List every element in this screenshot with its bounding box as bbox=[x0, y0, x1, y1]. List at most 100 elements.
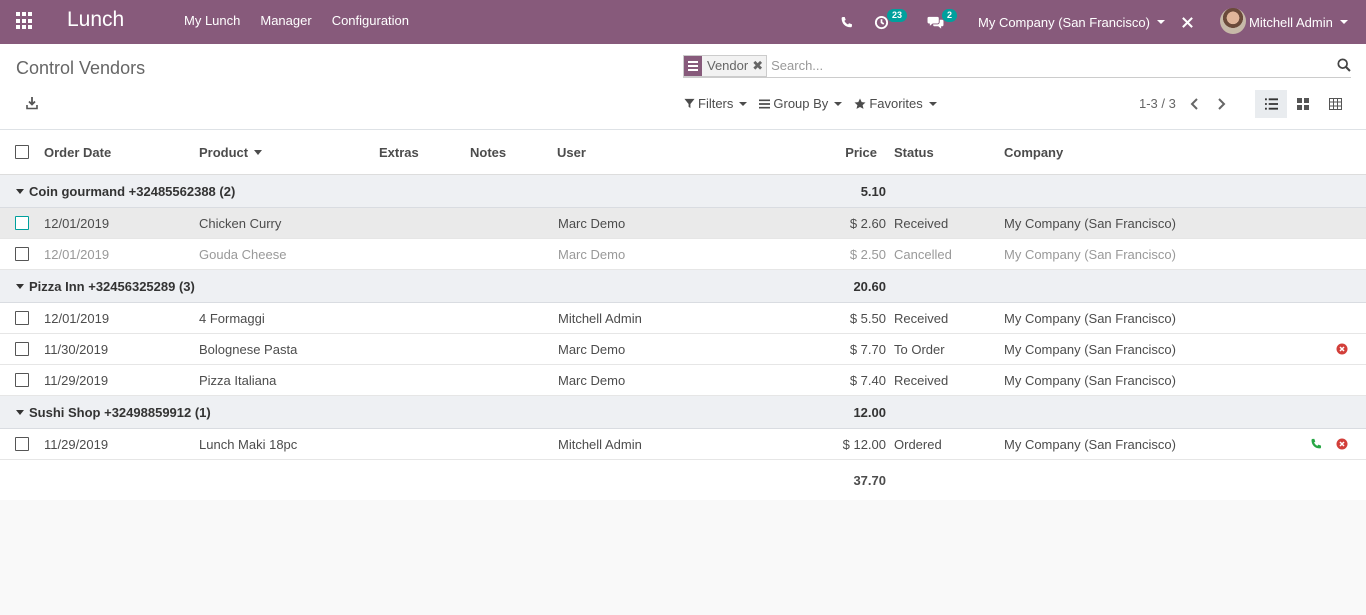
user: Marc Demo bbox=[558, 215, 626, 231]
grand-total: 37.70 bbox=[853, 472, 886, 488]
debug-close-icon[interactable] bbox=[1181, 0, 1194, 44]
status: Received bbox=[894, 310, 949, 326]
user: Mitchell Admin bbox=[558, 436, 642, 452]
table-row[interactable]: 12/01/2019 Gouda Cheese Marc Demo $ 2.50… bbox=[0, 239, 1366, 270]
column-status[interactable]: Status bbox=[894, 130, 934, 174]
column-company[interactable]: Company bbox=[1004, 130, 1063, 174]
table-row[interactable]: 11/30/2019 Bolognese Pasta Marc Demo $ 7… bbox=[0, 334, 1366, 365]
user-name: Mitchell Admin bbox=[1249, 14, 1333, 30]
view-switcher bbox=[1255, 90, 1351, 118]
product: Lunch Maki 18pc bbox=[199, 436, 298, 452]
favorites-label: Favorites bbox=[869, 96, 923, 111]
search-options: Filters Group By Favorites bbox=[684, 96, 949, 111]
kanban-view-icon bbox=[1297, 98, 1309, 110]
row-checkbox[interactable] bbox=[15, 365, 29, 395]
phone-icon[interactable] bbox=[840, 0, 853, 44]
column-extras[interactable]: Extras bbox=[379, 130, 419, 174]
column-product[interactable]: Product bbox=[199, 130, 263, 174]
pager-value[interactable]: 1-3 / 3 bbox=[1139, 96, 1176, 111]
chevron-down-icon bbox=[1156, 20, 1165, 24]
call-vendor-icon[interactable] bbox=[1310, 438, 1322, 450]
search-input[interactable] bbox=[771, 55, 1332, 76]
row-checkbox[interactable] bbox=[15, 429, 29, 459]
menu-manager[interactable]: Manager bbox=[260, 13, 311, 28]
company: My Company (San Francisco) bbox=[1004, 215, 1176, 231]
user: Marc Demo bbox=[558, 246, 626, 262]
download-icon[interactable] bbox=[26, 96, 38, 110]
status: Received bbox=[894, 372, 949, 388]
order-date: 11/29/2019 bbox=[44, 372, 109, 388]
pivot-view-button[interactable] bbox=[1319, 90, 1351, 118]
group-row[interactable]: Sushi Shop +32498859912 (1) 12.00 bbox=[0, 396, 1366, 429]
column-order-date[interactable]: Order Date bbox=[44, 130, 111, 174]
company: My Company (San Francisco) bbox=[1004, 246, 1176, 262]
product: Bolognese Pasta bbox=[199, 341, 298, 357]
row-checkbox[interactable] bbox=[15, 303, 29, 333]
group-name: Pizza Inn +32456325289 (3) bbox=[29, 278, 195, 294]
group-by-facet-icon bbox=[684, 55, 702, 76]
caret-down-icon bbox=[16, 175, 24, 207]
pager: 1-3 / 3 bbox=[1139, 96, 1228, 111]
column-price[interactable]: Price bbox=[800, 130, 877, 174]
order-date: 12/01/2019 bbox=[44, 246, 110, 262]
menu-my-lunch[interactable]: My Lunch bbox=[184, 13, 240, 28]
row-checkbox[interactable] bbox=[15, 239, 29, 269]
status: To Order bbox=[894, 341, 945, 357]
table-row[interactable]: 11/29/2019 Pizza Italiana Marc Demo $ 7.… bbox=[0, 365, 1366, 396]
avatar[interactable] bbox=[1220, 8, 1246, 34]
user-menu[interactable]: Mitchell Admin bbox=[1249, 0, 1348, 44]
company-switcher[interactable]: My Company (San Francisco) bbox=[978, 0, 1165, 44]
empty-area bbox=[0, 502, 1366, 615]
main-menu: My Lunch Manager Configuration bbox=[184, 13, 409, 28]
apps-icon[interactable] bbox=[16, 12, 34, 30]
group-by-icon bbox=[759, 99, 771, 108]
kanban-view-button[interactable] bbox=[1287, 90, 1319, 118]
company: My Company (San Francisco) bbox=[1004, 436, 1176, 452]
column-notes[interactable]: Notes bbox=[470, 130, 506, 174]
row-checkbox[interactable] bbox=[15, 208, 29, 238]
table-footer: 37.70 bbox=[0, 460, 1366, 500]
cancel-order-icon[interactable] bbox=[1336, 438, 1348, 450]
chevron-right-icon[interactable] bbox=[1214, 97, 1228, 111]
select-all-checkbox[interactable] bbox=[15, 130, 29, 174]
group-by-button[interactable]: Group By bbox=[759, 96, 843, 111]
cancel-order-icon[interactable] bbox=[1336, 343, 1348, 355]
menu-configuration[interactable]: Configuration bbox=[332, 13, 409, 28]
caret-down-icon bbox=[16, 270, 24, 302]
table-header: Order Date Product Extras Notes User Pri… bbox=[0, 130, 1366, 175]
table-row[interactable]: 11/29/2019 Lunch Maki 18pc Mitchell Admi… bbox=[0, 429, 1366, 460]
price: $ 7.70 bbox=[849, 341, 886, 357]
group-row[interactable]: Coin gourmand +32485562388 (2) 5.10 bbox=[0, 175, 1366, 208]
list-view-icon bbox=[1264, 98, 1278, 110]
chevron-down-icon bbox=[739, 101, 748, 106]
company-name: My Company (San Francisco) bbox=[978, 14, 1150, 30]
search-icon[interactable] bbox=[1337, 58, 1351, 72]
favorites-button[interactable]: Favorites bbox=[854, 96, 937, 111]
chevron-down-icon bbox=[928, 101, 937, 106]
facet-remove-icon[interactable]: ✖ bbox=[752, 58, 763, 74]
control-panel: Control Vendors Vendor ✖ Filters Group B… bbox=[0, 44, 1366, 130]
group-name: Coin gourmand +32485562388 (2) bbox=[29, 183, 236, 199]
company: My Company (San Francisco) bbox=[1004, 341, 1176, 357]
filters-button[interactable]: Filters bbox=[684, 96, 748, 111]
order-date: 12/01/2019 bbox=[44, 310, 110, 326]
pivot-view-icon bbox=[1328, 98, 1342, 110]
sort-caret-icon bbox=[254, 149, 263, 155]
list-view-button[interactable] bbox=[1255, 90, 1287, 118]
table-row[interactable]: 12/01/2019 Chicken Curry Marc Demo $ 2.6… bbox=[0, 208, 1366, 239]
status: Received bbox=[894, 215, 949, 231]
row-checkbox[interactable] bbox=[15, 334, 29, 364]
chevron-left-icon[interactable] bbox=[1188, 97, 1202, 111]
chat-icon[interactable]: 2 bbox=[927, 0, 958, 44]
table-row[interactable]: 12/01/2019 4 Formaggi Mitchell Admin $ 5… bbox=[0, 303, 1366, 334]
caret-down-icon bbox=[16, 396, 24, 428]
price: $ 7.40 bbox=[849, 372, 886, 388]
app-brand[interactable]: Lunch bbox=[67, 8, 124, 32]
product: Chicken Curry bbox=[199, 215, 282, 231]
activity-clock-icon[interactable]: 23 bbox=[874, 0, 908, 44]
user: Marc Demo bbox=[558, 372, 626, 388]
group-row[interactable]: Pizza Inn +32456325289 (3) 20.60 bbox=[0, 270, 1366, 303]
column-user[interactable]: User bbox=[557, 130, 586, 174]
price: $ 2.50 bbox=[849, 246, 886, 262]
search-facet: Vendor ✖ bbox=[683, 54, 768, 77]
